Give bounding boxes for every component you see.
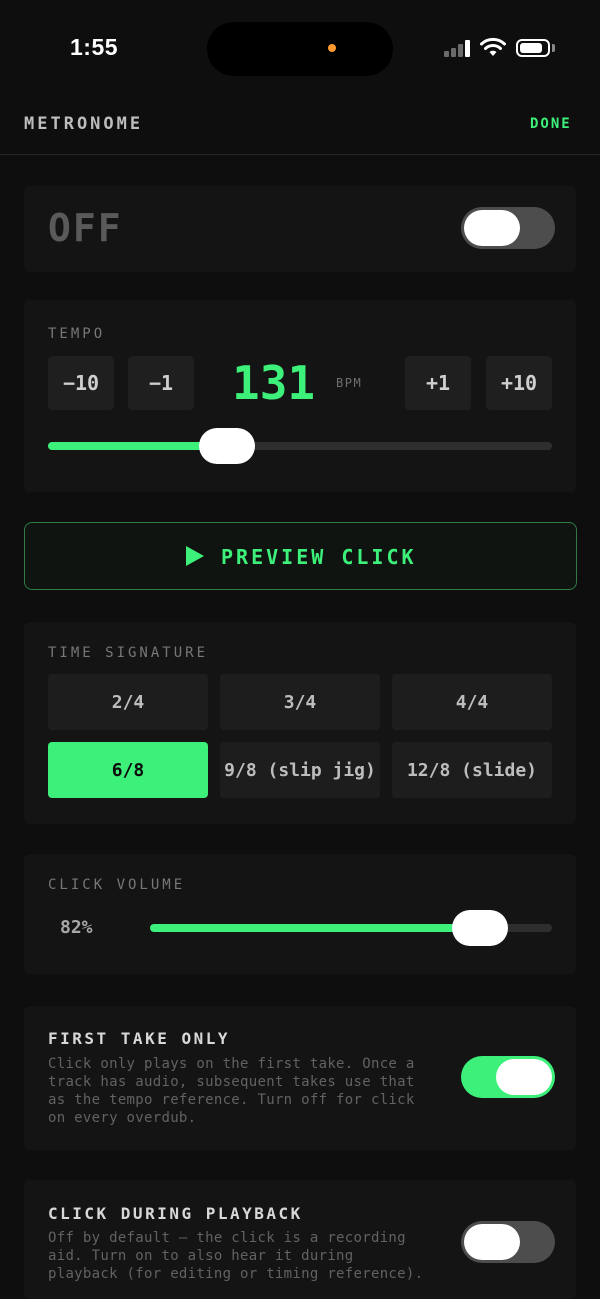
- time-signature-option-3-4[interactable]: 3/4: [220, 674, 380, 730]
- wifi-icon: [480, 37, 506, 56]
- toggle-knob: [496, 1059, 552, 1095]
- metronome-power-toggle[interactable]: [461, 207, 555, 249]
- first-take-only-description: Click only plays on the first take. Once…: [48, 1055, 448, 1127]
- time-signature-option-6-8[interactable]: 6/8: [48, 742, 208, 798]
- time-signature-option-4-4[interactable]: 4/4: [392, 674, 552, 730]
- tempo-plus-1-button[interactable]: +1: [405, 356, 471, 410]
- click-volume-value: 82%: [60, 917, 93, 938]
- done-button[interactable]: DONE: [530, 116, 572, 132]
- description-line: aid. Turn on to also hear it during: [48, 1248, 354, 1264]
- metronome-state-label: OFF: [48, 206, 123, 250]
- first-take-only-title: FIRST TAKE ONLY: [48, 1029, 230, 1048]
- time-signature-option-2-4[interactable]: 2/4: [48, 674, 208, 730]
- description-line: Off by default — the click is a recordin…: [48, 1230, 406, 1246]
- tempo-slider-track[interactable]: [48, 442, 552, 450]
- description-line: Click only plays on the first take. Once…: [48, 1056, 415, 1072]
- description-line: on every overdub.: [48, 1110, 197, 1126]
- tempo-bpm-value: 131: [232, 356, 316, 410]
- toggle-knob: [464, 210, 520, 246]
- header-divider: [0, 154, 600, 155]
- page-title: METRONOME: [24, 114, 144, 134]
- click-volume-slider-fill: [150, 924, 480, 932]
- bpm-unit-label: BPM: [336, 376, 363, 390]
- tempo-minus-10-button[interactable]: −10: [48, 356, 114, 410]
- preview-click-label: PREVIEW CLICK: [221, 545, 417, 569]
- mic-indicator-dot: [328, 44, 336, 52]
- description-line: track has audio, subsequent takes use th…: [48, 1074, 415, 1090]
- battery-icon: [516, 39, 550, 57]
- play-icon: [186, 546, 204, 566]
- tempo-slider-thumb[interactable]: [198, 428, 255, 464]
- cellular-signal-icon: [444, 40, 472, 57]
- toggle-knob: [464, 1224, 520, 1260]
- battery-tip: [552, 44, 555, 52]
- time-signature-label: TIME SIGNATURE: [48, 645, 209, 661]
- description-line: playback (for editing or timing referenc…: [48, 1266, 424, 1282]
- click-volume-slider-thumb[interactable]: [451, 910, 508, 946]
- time-signature-option-12-8[interactable]: 12/8 (slide): [392, 742, 552, 798]
- click-during-playback-title: CLICK DURING PLAYBACK: [48, 1204, 303, 1223]
- tempo-label: TEMPO: [48, 326, 106, 342]
- first-take-only-toggle[interactable]: [461, 1056, 555, 1098]
- description-line: as the tempo reference. Turn off for cli…: [48, 1092, 415, 1108]
- click-during-playback-description: Off by default — the click is a recordin…: [48, 1229, 458, 1283]
- click-during-playback-toggle[interactable]: [461, 1221, 555, 1263]
- tempo-minus-1-button[interactable]: −1: [128, 356, 194, 410]
- dynamic-island: [207, 22, 393, 76]
- status-time: 1:55: [70, 34, 119, 60]
- click-volume-label: CLICK VOLUME: [48, 877, 186, 893]
- tempo-plus-10-button[interactable]: +10: [486, 356, 552, 410]
- time-signature-option-9-8[interactable]: 9/8 (slip jig): [220, 742, 380, 798]
